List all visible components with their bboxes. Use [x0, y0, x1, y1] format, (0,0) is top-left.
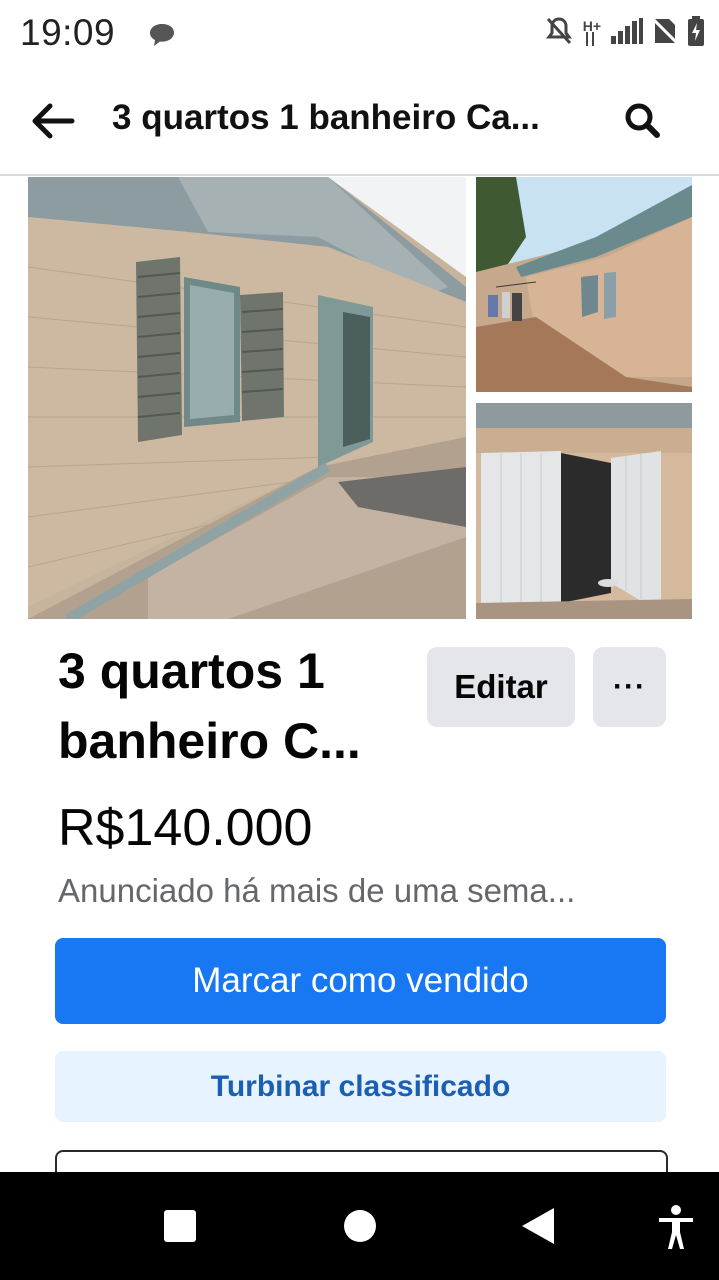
- status-bar: 19:09 H+: [0, 0, 719, 68]
- mark-as-sold-button[interactable]: Marcar como vendido: [55, 938, 666, 1024]
- mute-icon: [545, 16, 573, 51]
- posted-time: Anunciado há mais de uma sema...: [58, 872, 576, 909]
- back-triangle-icon[interactable]: [520, 1207, 556, 1250]
- edit-button[interactable]: Editar: [427, 647, 575, 727]
- accessibility-icon[interactable]: [657, 1205, 695, 1254]
- status-icons: H+: [545, 16, 705, 51]
- listing-price: R$140.000: [58, 799, 313, 857]
- boost-listing-button[interactable]: Turbinar classificado: [55, 1051, 666, 1122]
- recents-square-icon[interactable]: [163, 1209, 197, 1248]
- page-title: 3 quartos 1 banheiro Ca...: [112, 98, 540, 137]
- listing-title: 3 quartos 1 banheiro C...: [58, 643, 361, 769]
- app-bar: 3 quartos 1 banheiro Ca...: [0, 68, 719, 176]
- listing-photo-2[interactable]: [476, 177, 692, 392]
- more-options-button[interactable]: ···: [593, 647, 666, 727]
- status-time: 19:09: [20, 12, 116, 53]
- system-nav-bar: [0, 1172, 719, 1280]
- chat-bubble-icon: [148, 22, 176, 53]
- home-circle-icon[interactable]: [343, 1209, 377, 1248]
- network-h-plus-icon: H+: [583, 19, 601, 47]
- back-arrow-icon[interactable]: [28, 96, 78, 146]
- no-sim-icon: [651, 17, 679, 50]
- search-icon[interactable]: [620, 98, 666, 144]
- signal-icon: [611, 18, 643, 49]
- battery-charging-icon: [687, 16, 705, 51]
- listing-photo-3[interactable]: [476, 403, 692, 619]
- listing-photo-main[interactable]: [28, 177, 466, 619]
